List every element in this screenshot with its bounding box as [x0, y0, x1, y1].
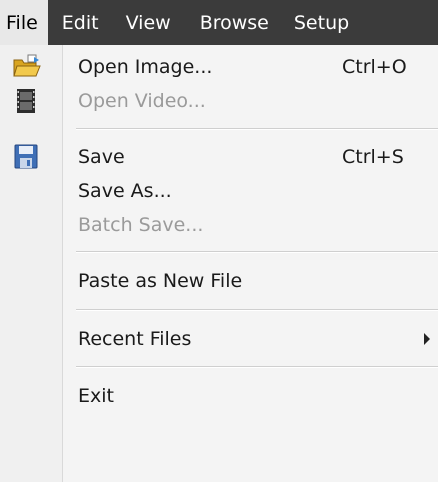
menu-view[interactable]: View — [118, 0, 179, 45]
menu-item-batch-save[interactable]: Batch Save... — [0, 208, 438, 242]
menu-item-label: Paste as New File — [78, 270, 243, 292]
menu-item-exit[interactable]: Exit — [0, 379, 438, 413]
menu-item-save-as[interactable]: Save As... — [0, 174, 438, 208]
menu-edit[interactable]: Edit — [54, 0, 107, 45]
menu-file-label: File — [6, 11, 38, 34]
menu-item-open-image[interactable]: Open Image... Ctrl+O — [0, 50, 438, 84]
menu-item-label: Recent Files — [78, 328, 192, 350]
menu-item-paste-new-file[interactable]: Paste as New File — [0, 264, 438, 298]
menu-browse[interactable]: Browse — [192, 0, 277, 45]
menu-item-label: Batch Save... — [78, 214, 204, 236]
submenu-arrow-icon — [424, 333, 430, 345]
menu-item-shortcut: Ctrl+O — [342, 56, 407, 78]
menu-item-open-video[interactable]: Open Video... — [0, 84, 438, 118]
menu-item-label: Exit — [78, 385, 114, 407]
menu-item-label: Save As... — [78, 180, 172, 202]
menu-view-label: View — [125, 11, 171, 34]
menu-separator — [76, 128, 438, 130]
menu-separator — [76, 366, 438, 368]
menu-browse-label: Browse — [199, 11, 269, 34]
film-icon — [12, 88, 42, 114]
menu-item-shortcut: Ctrl+S — [342, 146, 404, 168]
menu-edit-label: Edit — [61, 11, 99, 34]
menu-setup-label: Setup — [293, 11, 350, 34]
floppy-disk-icon — [12, 144, 42, 170]
menu-separator — [76, 251, 438, 253]
menu-bar: File Edit View Browse Setup — [0, 0, 438, 45]
menu-setup[interactable]: Setup — [286, 0, 357, 45]
menu-item-label: Save — [78, 146, 125, 168]
menu-item-recent-files[interactable]: Recent Files — [0, 322, 438, 356]
file-dropdown-menu: Open Image... Ctrl+O Open Video... Save … — [0, 45, 438, 482]
menu-item-save[interactable]: Save Ctrl+S — [0, 140, 438, 174]
menu-separator — [76, 309, 438, 311]
menu-item-label: Open Image... — [78, 56, 213, 78]
menu-file[interactable]: File — [0, 0, 48, 45]
open-folder-icon — [12, 54, 42, 80]
menu-item-label: Open Video... — [78, 90, 206, 112]
